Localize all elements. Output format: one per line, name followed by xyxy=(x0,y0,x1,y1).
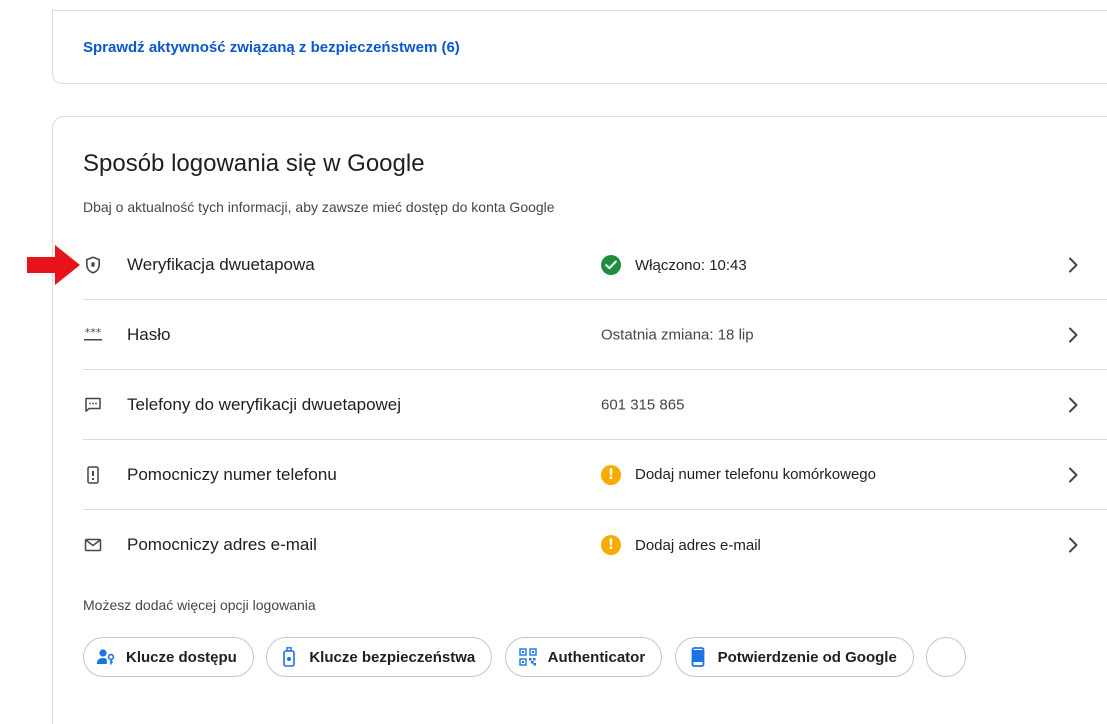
phone-icon xyxy=(83,465,103,485)
more-options-label: Możesz dodać więcej opcji logowania xyxy=(83,597,316,613)
row-label: Pomocniczy adres e-mail xyxy=(127,535,317,554)
annotation-arrow-icon xyxy=(27,245,80,285)
row-recovery-phone[interactable]: Pomocniczy numer telefonu ! Dodaj numer … xyxy=(83,440,1107,510)
row-recovery-email[interactable]: Pomocniczy adres e-mail ! Dodaj adres e-… xyxy=(83,510,1107,580)
chip-label: Klucze bezpieczeństwa xyxy=(309,648,476,666)
card-title: Sposób logowania się w Google xyxy=(83,150,425,177)
security-activity-card: Sprawdź aktywność związaną z bezpieczeńs… xyxy=(52,10,1107,84)
row-label: Weryfikacja dwuetapowa xyxy=(127,255,315,274)
warning-icon: ! xyxy=(601,464,621,485)
password-dots-icon: *** xyxy=(83,325,103,345)
phone-prompt-icon xyxy=(688,647,708,667)
chevron-right-icon xyxy=(1065,395,1081,415)
passkey-icon xyxy=(96,647,116,667)
chip-label: Potwierdzenie od Google xyxy=(717,648,897,666)
row-value: 601 315 865 xyxy=(601,396,685,413)
signin-options-list: Weryfikacja dwuetapowa Włączono: 10:43 *… xyxy=(83,231,1107,580)
chip-passkeys[interactable]: Klucze dostępu xyxy=(83,637,254,677)
status-text: Włączono: 10:43 xyxy=(635,256,747,274)
signin-card: Sposób logowania się w Google Dbaj o akt… xyxy=(52,116,1107,724)
row-two-step-phones[interactable]: Telefony do weryfikacji dwuetapowej 601 … xyxy=(83,370,1107,440)
check-circle-icon xyxy=(601,255,621,275)
security-key-icon xyxy=(279,647,299,667)
chip-label: Klucze dostępu xyxy=(126,648,237,666)
shield-icon xyxy=(83,255,103,275)
security-activity-link[interactable]: Sprawdź aktywność związaną z bezpieczeńs… xyxy=(83,39,460,56)
chevron-right-icon xyxy=(1065,325,1081,345)
authenticator-icon xyxy=(518,647,538,667)
row-value: ! Dodaj adres e-mail xyxy=(601,535,761,555)
page: Sprawdź aktywność związaną z bezpieczeńs… xyxy=(0,0,1107,724)
message-icon xyxy=(83,395,103,415)
chevron-right-icon xyxy=(1065,535,1081,555)
row-value: Włączono: 10:43 xyxy=(601,255,747,275)
row-value: Ostatnia zmiana: 18 lip xyxy=(601,326,754,343)
chip-google-prompt[interactable]: Potwierdzenie od Google xyxy=(674,637,914,677)
mail-icon xyxy=(83,535,103,555)
row-password[interactable]: *** Hasło Ostatnia zmiana: 18 lip xyxy=(83,300,1107,370)
chip-label: Authenticator xyxy=(547,648,646,666)
svg-text:***: *** xyxy=(85,328,102,339)
warning-icon: ! xyxy=(601,535,621,555)
add-options-chips: Klucze dostępu Klucze bezpieczeństwa Aut… xyxy=(83,637,1083,681)
status-text: Dodaj numer telefonu komórkowego xyxy=(635,466,876,483)
row-label: Hasło xyxy=(127,324,171,344)
chevron-right-icon xyxy=(1065,255,1081,275)
chevron-right-icon xyxy=(1065,465,1081,485)
row-label: Telefony do weryfikacji dwuetapowej xyxy=(127,394,402,414)
row-two-step-verification[interactable]: Weryfikacja dwuetapowa Włączono: 10:43 xyxy=(83,231,1107,300)
row-label: Pomocniczy numer telefonu xyxy=(127,464,337,484)
row-value: ! Dodaj numer telefonu komórkowego xyxy=(601,464,876,485)
chip-more-partial[interactable] xyxy=(926,637,967,677)
chip-authenticator[interactable]: Authenticator xyxy=(504,637,663,677)
status-text: Dodaj adres e-mail xyxy=(635,536,761,554)
chip-security-keys[interactable]: Klucze bezpieczeństwa xyxy=(266,637,493,677)
card-subtitle: Dbaj o aktualność tych informacji, aby z… xyxy=(83,199,555,215)
